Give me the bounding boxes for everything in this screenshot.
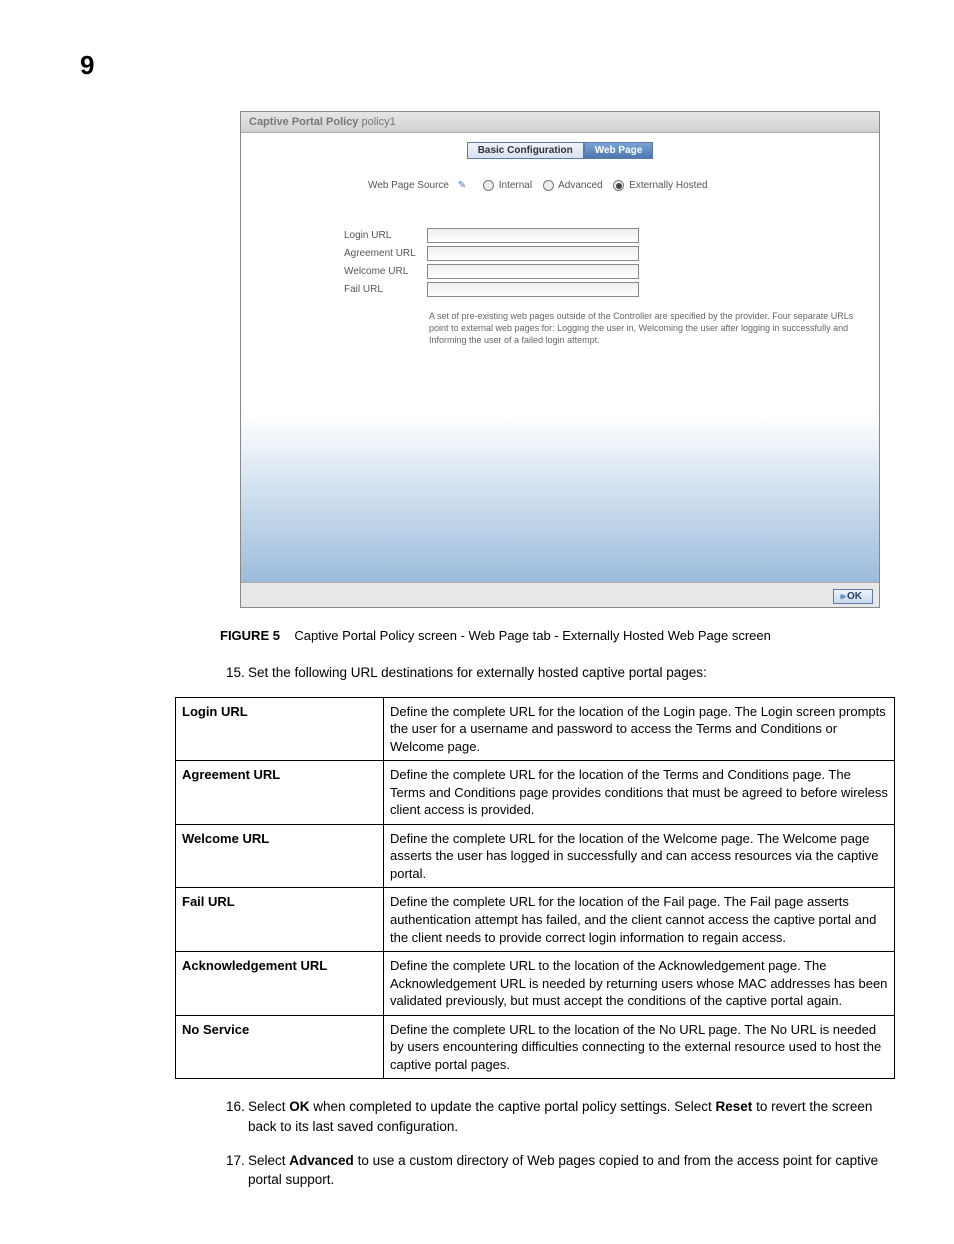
fail-url-label: Fail URL <box>249 284 424 295</box>
step-17-num: 17. <box>226 1151 248 1171</box>
agreement-url-label: Agreement URL <box>249 248 424 259</box>
term-cell: Login URL <box>176 697 384 761</box>
title-label: Captive Portal Policy <box>249 116 358 128</box>
radio-externally-hosted[interactable] <box>613 180 624 191</box>
table-row: Welcome URLDefine the complete URL for t… <box>176 824 895 888</box>
table-row: No ServiceDefine the complete URL to the… <box>176 1015 895 1079</box>
welcome-url-label: Welcome URL <box>249 266 424 277</box>
ok-button[interactable]: OK <box>833 589 873 604</box>
table-row: Agreement URLDefine the complete URL for… <box>176 761 895 825</box>
desc-cell: Define the complete URL to the location … <box>384 952 895 1016</box>
desc-cell: Define the complete URL for the location… <box>384 697 895 761</box>
step-16: 16.Select OK when completed to update th… <box>226 1097 894 1136</box>
step-17: 17.Select Advanced to use a custom direc… <box>226 1151 894 1190</box>
term-cell: Agreement URL <box>176 761 384 825</box>
agreement-url-input[interactable] <box>427 246 639 261</box>
term-cell: Acknowledgement URL <box>176 952 384 1016</box>
radio-externally-hosted-label: Externally Hosted <box>629 180 707 191</box>
login-url-label: Login URL <box>249 230 424 241</box>
screenshot-footer: OK <box>241 582 879 607</box>
chapter-number: 9 <box>80 50 894 81</box>
url-definitions-table: Login URLDefine the complete URL for the… <box>175 697 895 1080</box>
figure-caption: FIGURE 5 Captive Portal Policy screen - … <box>220 628 894 643</box>
table-row: Login URLDefine the complete URL for the… <box>176 697 895 761</box>
term-cell: No Service <box>176 1015 384 1079</box>
step-15: 15.Set the following URL destinations fo… <box>226 663 894 683</box>
step-16-num: 16. <box>226 1097 248 1117</box>
table-row: Acknowledgement URLDefine the complete U… <box>176 952 895 1016</box>
tab-strip: Basic ConfigurationWeb Page <box>241 133 879 162</box>
screenshot-help-text: A set of pre-existing web pages outside … <box>429 311 871 346</box>
figure-text: Captive Portal Policy screen - Web Page … <box>294 628 770 643</box>
web-page-source-label: Web Page Source <box>249 180 449 191</box>
edit-icon[interactable]: ✎ <box>458 180 466 191</box>
term-cell: Welcome URL <box>176 824 384 888</box>
tab-web-page[interactable]: Web Page <box>584 142 654 159</box>
screenshot-title-bar: Captive Portal Policy policy1 <box>241 112 879 133</box>
login-url-input[interactable] <box>427 228 639 243</box>
radio-advanced-label: Advanced <box>558 180 602 191</box>
screenshot-body: Web Page Source ✎ Internal Advanced Exte… <box>241 162 879 582</box>
step-15-text: Set the following URL destinations for e… <box>248 665 707 680</box>
desc-cell: Define the complete URL for the location… <box>384 888 895 952</box>
desc-cell: Define the complete URL to the location … <box>384 1015 895 1079</box>
step-15-num: 15. <box>226 663 248 683</box>
screenshot-panel: Captive Portal Policy policy1 Basic Conf… <box>240 111 880 608</box>
fail-url-input[interactable] <box>427 282 639 297</box>
table-row: Fail URLDefine the complete URL for the … <box>176 888 895 952</box>
welcome-url-input[interactable] <box>427 264 639 279</box>
title-value: policy1 <box>362 116 396 128</box>
desc-cell: Define the complete URL for the location… <box>384 761 895 825</box>
desc-cell: Define the complete URL for the location… <box>384 824 895 888</box>
figure-label: FIGURE 5 <box>220 628 280 643</box>
term-cell: Fail URL <box>176 888 384 952</box>
radio-internal[interactable] <box>483 180 494 191</box>
tab-basic-configuration[interactable]: Basic Configuration <box>467 142 584 159</box>
radio-internal-label: Internal <box>499 180 532 191</box>
radio-advanced[interactable] <box>543 180 554 191</box>
